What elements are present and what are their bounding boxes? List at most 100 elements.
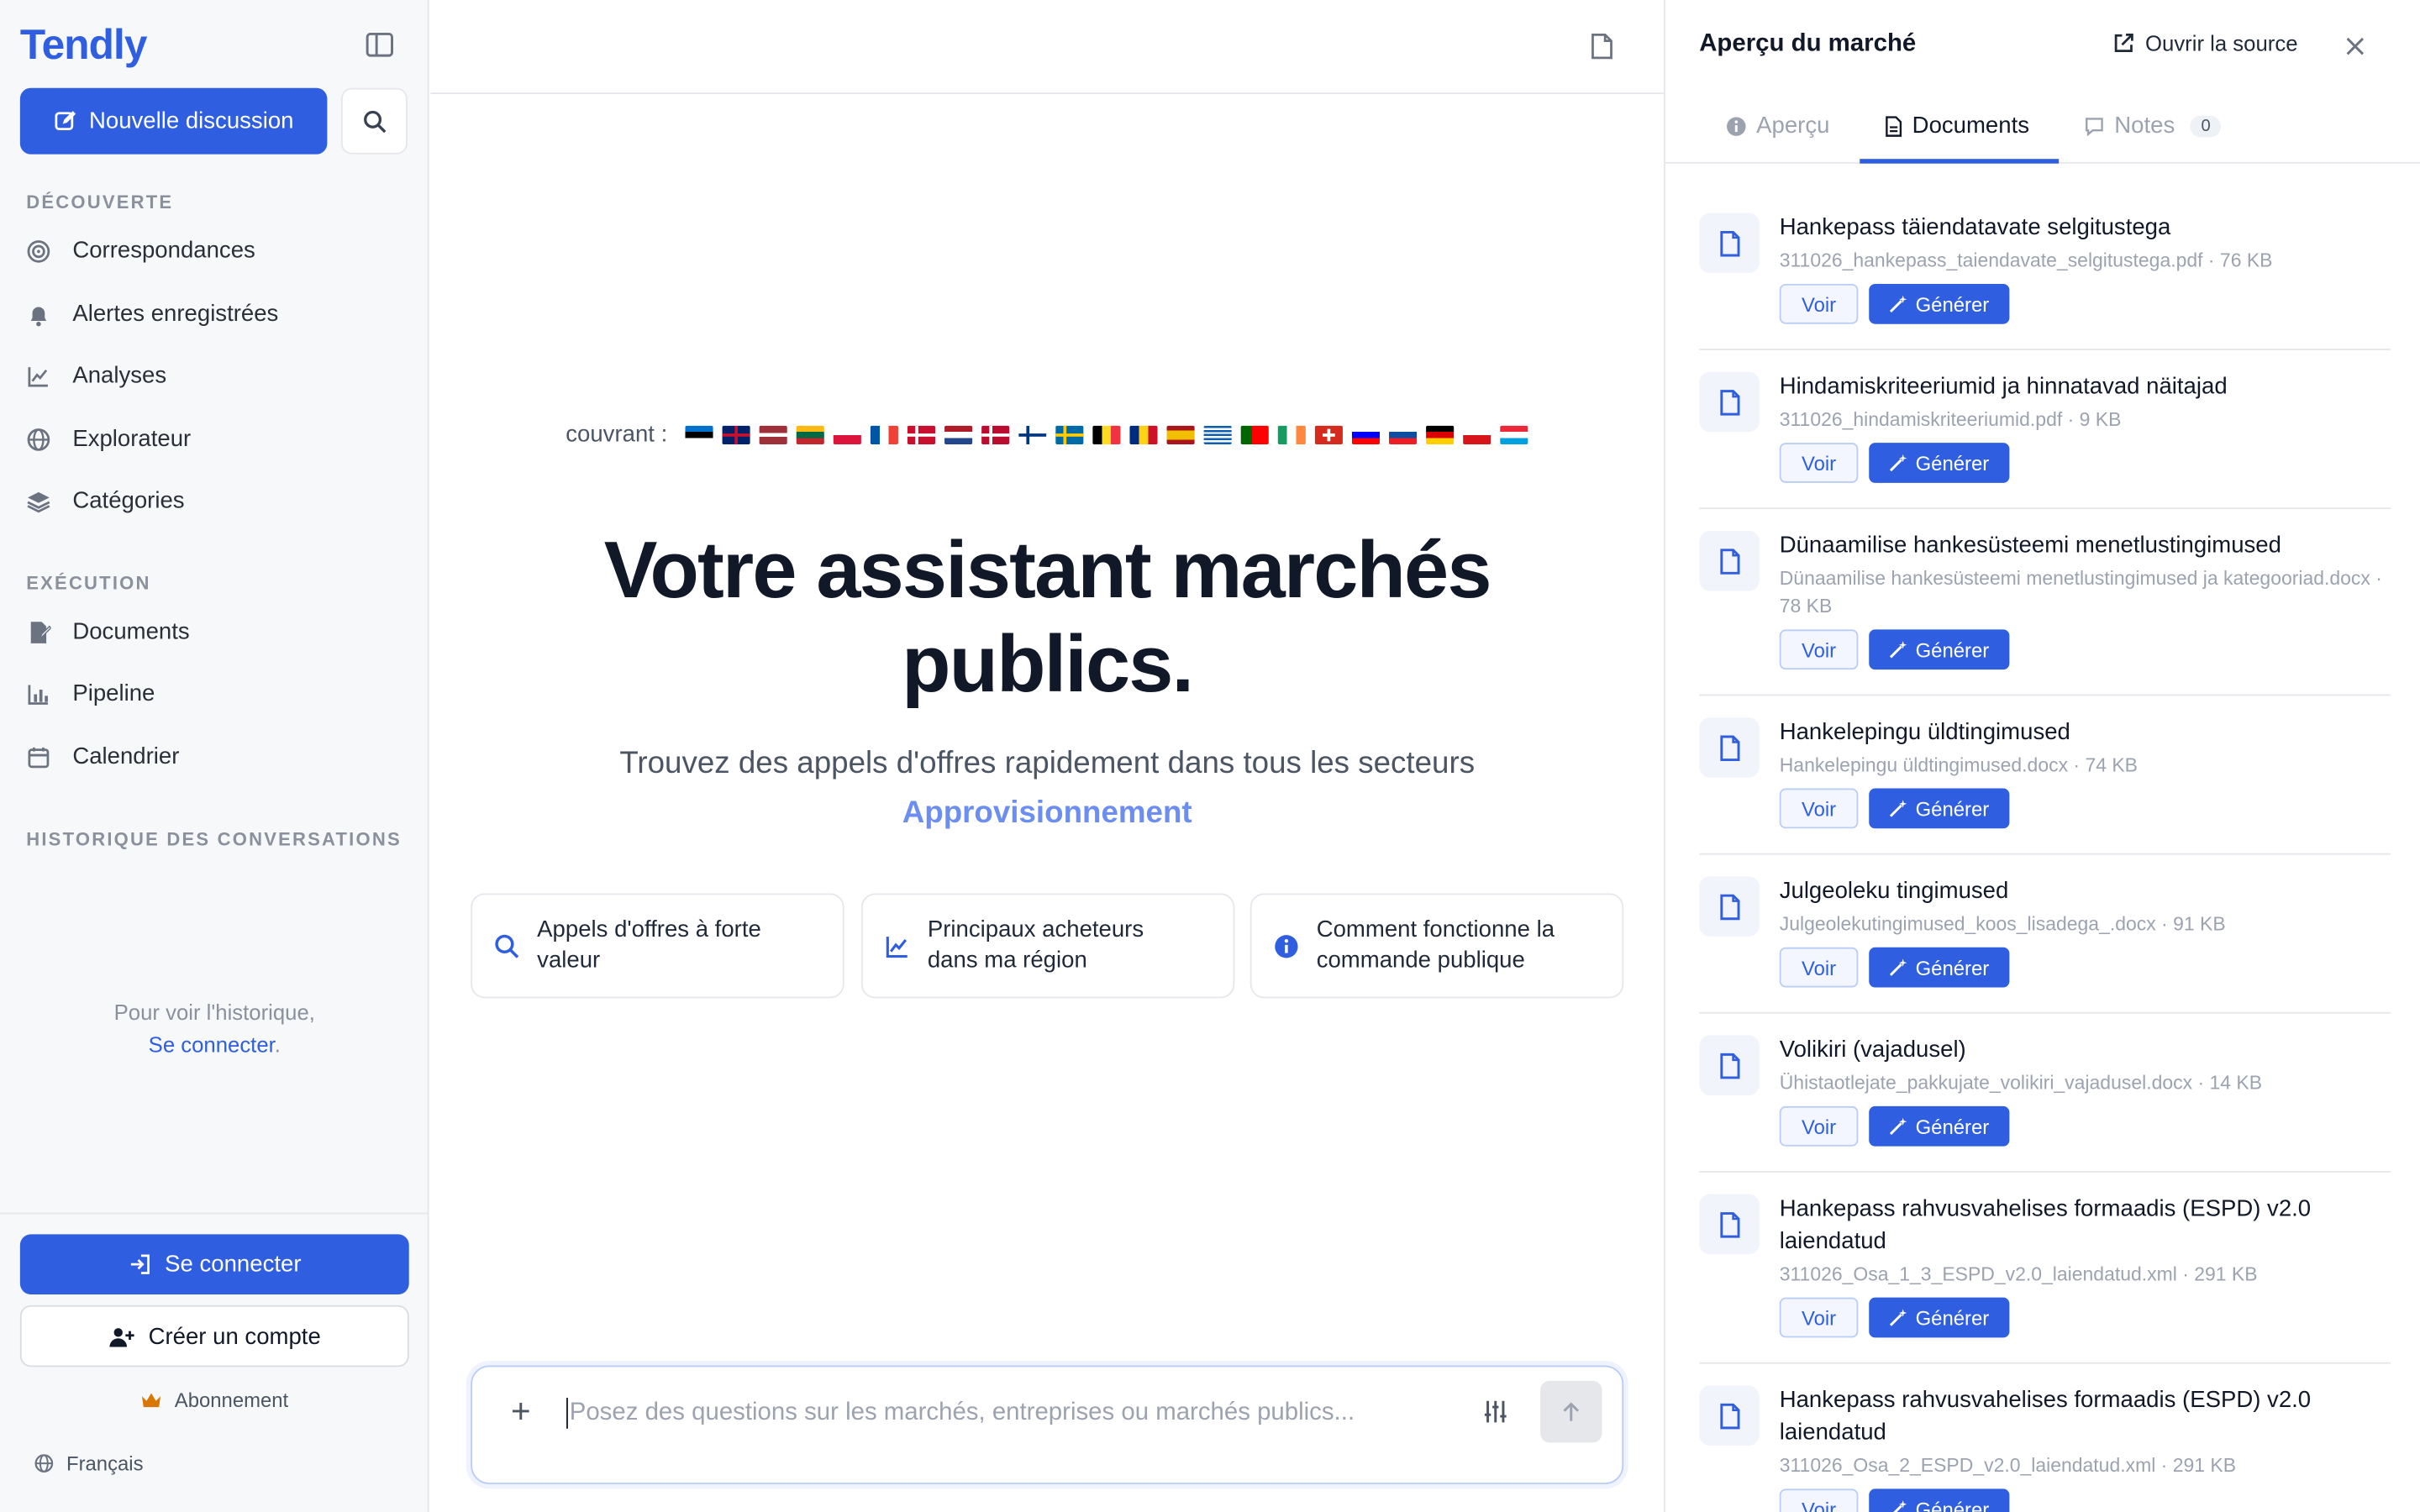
view-document-button[interactable]: Voir — [1779, 1488, 1859, 1512]
generate-button[interactable]: Générer — [1869, 1488, 2010, 1512]
hero-accent-word: Approvisionnement — [902, 795, 1192, 831]
generate-label: Générer — [1915, 451, 1990, 475]
document-name: Hankepass rahvusvahelises formaadis (ESP… — [1779, 1195, 2312, 1255]
search-button[interactable] — [340, 87, 408, 155]
attach-plus-icon[interactable]: + — [511, 1392, 531, 1432]
view-document-button[interactable]: Voir — [1779, 629, 1859, 670]
document-list: Hankepass täiendatavate selgitustega 3110… — [1699, 192, 2391, 1512]
sidebar-item-alerts[interactable]: Alertes enregistrées — [26, 301, 278, 327]
new-chat-button[interactable]: Nouvelle discussion — [19, 87, 328, 155]
chat-composer: + Posez des questions sur les marchés, e… — [471, 1365, 1624, 1484]
country-flags — [686, 425, 1529, 444]
login-label: Se connecter — [165, 1251, 302, 1278]
tab-documents[interactable]: Documents — [1885, 113, 2029, 139]
document-item: Hankepass täiendatavate selgitustega 3110… — [1699, 192, 2391, 350]
open-source-label: Ouvrir la source — [2145, 30, 2298, 56]
history-hint: Pour voir l'historique, Se connecter. — [0, 997, 429, 1062]
language-label: Français — [66, 1452, 144, 1475]
generate-button[interactable]: Générer — [1869, 947, 2010, 988]
suggestion-line: Appels d'offres à forte — [537, 916, 761, 943]
section-title-execution: EXÉCUTION — [26, 572, 151, 595]
login-button[interactable]: Se connecter — [19, 1234, 409, 1294]
sidebar-item-label: Documents — [72, 618, 190, 645]
suggestion-line: dans ma région — [927, 947, 1087, 974]
generate-label: Générer — [1915, 1497, 1990, 1512]
language-selector[interactable]: Français — [34, 1452, 144, 1475]
view-document-button[interactable]: Voir — [1779, 947, 1859, 988]
document-item: Dünaamilise hankesüsteemi menetlustingim… — [1699, 509, 2391, 696]
close-panel-icon[interactable] — [2344, 31, 2366, 66]
send-button[interactable] — [1540, 1380, 1602, 1443]
globe-icon — [34, 1454, 54, 1473]
hero-subtitle: Trouvez des appels d'offres rapidement d… — [619, 746, 1476, 781]
sidebar-item-calendar[interactable]: Calendrier — [26, 743, 180, 770]
magic-wand-icon — [1890, 1309, 1907, 1326]
tab-overview[interactable]: Aperçu — [1725, 113, 1829, 139]
sidebar-item-explorer[interactable]: Explorateur — [26, 426, 191, 452]
sidebar-item-label: Correspondances — [72, 237, 255, 265]
document-meta: 311026_Osa_2_ESPD_v2.0_laiendatud.xml · … — [1779, 1455, 2237, 1477]
generate-button[interactable]: Générer — [1869, 443, 2010, 483]
brand-logo[interactable]: Tendly — [20, 22, 148, 70]
sidebar-item-pipeline[interactable]: Pipeline — [26, 680, 155, 706]
suggestion-top-buyers[interactable]: Principaux acheteurs dans ma région — [860, 893, 1235, 999]
flag-lv-icon — [760, 425, 788, 444]
suggestion-line: Principaux acheteurs — [927, 916, 1144, 943]
document-name: Hankepass rahvusvahelises formaadis (ESP… — [1779, 1387, 2312, 1446]
panel-tabs: Aperçu Documents Notes 0 — [1665, 94, 2420, 164]
sidebar-toggle-icon[interactable] — [364, 31, 397, 62]
target-icon — [26, 239, 50, 263]
document-panel-toggle-icon[interactable] — [1590, 33, 1614, 68]
flag-lu-icon — [1501, 425, 1529, 444]
suggestion-how-procurement-works[interactable]: Comment fonctionne la commande publique — [1249, 893, 1624, 999]
view-document-button[interactable]: Voir — [1779, 1297, 1859, 1338]
suggestion-high-value-tenders[interactable]: Appels d'offres à forte valeur — [471, 893, 844, 999]
sidebar-item-label: Pipeline — [72, 680, 155, 707]
document-meta: Hankelepingu üldtingimused.docx · 74 KB — [1779, 754, 2139, 776]
flag-pt-icon — [1241, 425, 1270, 444]
file-icon — [1699, 371, 1760, 433]
signup-label: Créer un compte — [148, 1322, 321, 1350]
tab-notes[interactable]: Notes 0 — [2084, 113, 2222, 139]
magic-wand-icon — [1890, 958, 1907, 976]
section-title-discover: DÉCOUVERTE — [26, 191, 174, 213]
document-meta: 311026_hindamiskriteeriumid.pdf · 9 KB — [1779, 408, 2122, 431]
generate-button[interactable]: Générer — [1869, 788, 2010, 829]
generate-button[interactable]: Générer — [1869, 283, 2010, 324]
generate-button[interactable]: Générer — [1869, 1297, 2010, 1338]
search-icon — [495, 933, 519, 958]
view-document-button[interactable]: Voir — [1779, 788, 1859, 829]
view-document-button[interactable]: Voir — [1779, 1105, 1859, 1147]
open-source-link[interactable]: Ouvrir la source — [2112, 30, 2298, 56]
flag-fr-icon — [871, 425, 899, 444]
file-pen-icon — [26, 619, 51, 643]
file-icon — [1699, 1194, 1760, 1255]
chat-bubble-icon — [2086, 117, 2103, 136]
generate-label: Générer — [1915, 955, 1990, 979]
file-icon — [1699, 1385, 1760, 1446]
signup-button[interactable]: Créer un compte — [19, 1305, 409, 1368]
search-icon — [363, 109, 386, 133]
generate-button[interactable]: Générer — [1869, 1105, 2010, 1147]
view-document-button[interactable]: Voir — [1779, 443, 1859, 483]
generate-label: Générer — [1915, 796, 1990, 821]
subscription-link[interactable]: Abonnement — [0, 1389, 429, 1412]
sidebar-item-analyses[interactable]: Analyses — [26, 363, 166, 389]
generate-label: Générer — [1915, 292, 1990, 316]
sidebar-item-label: Calendrier — [72, 743, 180, 770]
history-login-link[interactable]: Se connecter — [149, 1032, 275, 1057]
sidebar-footer-divider — [0, 1212, 429, 1215]
generate-label: Générer — [1915, 1305, 1990, 1330]
sidebar-item-matches[interactable]: Correspondances — [26, 238, 255, 264]
document-item: Hankepass rahvusvahelises formaadis (ESP… — [1699, 1173, 2391, 1364]
magic-wand-icon — [1890, 295, 1907, 313]
sidebar-item-documents[interactable]: Documents — [26, 618, 190, 645]
document-item: Hankelepingu üldtingimused Hankelepingu ü… — [1699, 696, 2391, 855]
flag-fi-icon — [1019, 425, 1048, 444]
info-icon — [1727, 116, 1746, 135]
chat-input[interactable]: Posez des questions sur les marchés, ent… — [566, 1398, 1355, 1429]
generate-button[interactable]: Générer — [1869, 629, 2010, 670]
view-document-button[interactable]: Voir — [1779, 283, 1859, 324]
filters-icon[interactable] — [1481, 1398, 1509, 1433]
sidebar-item-categories[interactable]: Catégories — [26, 487, 185, 514]
